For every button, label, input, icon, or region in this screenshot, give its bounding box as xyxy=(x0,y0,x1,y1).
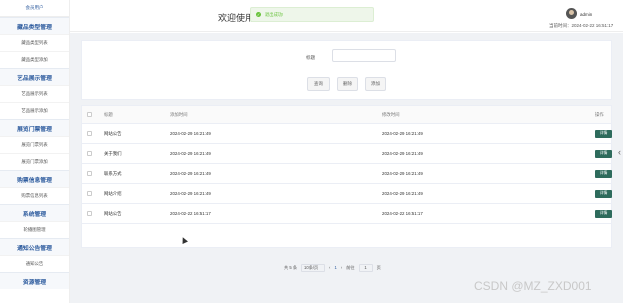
add-button[interactable]: 添加 xyxy=(365,77,386,91)
sidebar-item-exhibition-ticket-add[interactable]: 展览门票添加 xyxy=(0,153,69,170)
top-header: 欢迎使用 ✓ 退出成功! admin 当前时间：2024-02-22 16:51… xyxy=(70,0,623,32)
row-created: 2024-02-29 16:21:49 xyxy=(170,191,211,196)
sidebar: 会员用户 藏品类型管理 藏品类型列表 藏品类型添加 艺品展示管理 艺品展示列表 … xyxy=(0,0,70,303)
pager-goto-prefix: 前往 xyxy=(346,264,355,270)
row-checkbox[interactable] xyxy=(87,151,92,156)
row-updated: 2024-02-29 16:21:49 xyxy=(382,171,423,176)
sidebar-group-exhibition-ticket[interactable]: 展览门票管理 xyxy=(0,119,69,136)
delete-button[interactable]: 删除 xyxy=(337,77,358,91)
sidebar-item-carousel[interactable]: 轮播图管理 xyxy=(0,221,69,238)
sidebar-group-ticket-purchase[interactable]: 购票信息管理 xyxy=(0,170,69,187)
sidebar-group-art-display[interactable]: 艺品展示管理 xyxy=(0,68,69,85)
detail-button[interactable]: 详情 xyxy=(595,149,612,158)
column-header-updated: 修改时间 xyxy=(382,111,400,117)
row-checkbox[interactable] xyxy=(87,191,92,196)
avatar[interactable] xyxy=(566,8,577,19)
sidebar-group-system[interactable]: 系统管理 xyxy=(0,204,69,221)
username[interactable]: admin xyxy=(580,12,592,17)
data-table: 标题 添加时间 修改时间 操作 网站公告 2024-02-29 16:21:49… xyxy=(81,105,612,248)
row-created: 2024-02-29 16:21:49 xyxy=(170,151,211,156)
row-updated: 2024-02-22 16:51:17 xyxy=(382,211,423,216)
pager-prev-icon[interactable]: ‹ xyxy=(329,265,330,270)
sidebar-group-resource[interactable]: 资源管理 xyxy=(0,272,69,289)
success-check-icon: ✓ xyxy=(256,12,261,17)
row-created: 2024-02-29 16:21:49 xyxy=(170,131,211,136)
pager-goto-suffix: 页 xyxy=(376,264,381,270)
toast-message: 退出成功! xyxy=(265,11,284,17)
collapse-arrow-icon[interactable]: ‹ xyxy=(618,147,621,157)
row-title: 网站公告 xyxy=(104,130,122,136)
row-checkbox[interactable] xyxy=(87,131,92,136)
sidebar-item-notice[interactable]: 通知公告 xyxy=(0,255,69,272)
welcome-title: 欢迎使用 xyxy=(218,13,255,23)
table-row: 网站公告 2024-02-29 16:21:49 2024-02-29 16:2… xyxy=(82,124,612,144)
sidebar-item-collection-type-add[interactable]: 藏品类型添加 xyxy=(0,51,69,68)
watermark: CSDN @MZ_ZXD001 xyxy=(474,279,592,293)
row-checkbox[interactable] xyxy=(87,171,92,176)
table-row: 关于我们 2024-02-29 16:21:49 2024-02-29 16:2… xyxy=(82,144,612,164)
table-row: 网站公告 2024-02-22 16:51:17 2024-02-22 16:5… xyxy=(82,204,612,224)
pagination: 共 5 条 10条/页 ‹ 1 › 前往 1 页 xyxy=(284,263,381,272)
sidebar-item-art-display-add[interactable]: 艺品展示添加 xyxy=(0,102,69,119)
detail-button[interactable]: 详情 xyxy=(595,209,612,218)
table-row: 网站介绍 2024-02-29 16:21:49 2024-02-29 16:2… xyxy=(82,184,612,204)
main-content: 标题 查询 删除 添加 标题 添加时间 修改时间 操作 网站公告 2024-02… xyxy=(70,33,623,303)
column-header-title: 标题 xyxy=(104,111,113,117)
row-title: 网站公告 xyxy=(104,210,122,216)
pager-goto-input[interactable]: 1 xyxy=(358,263,373,272)
select-all-checkbox[interactable] xyxy=(87,112,92,117)
current-time: 当前时间：2024-02-22 16:51:17 xyxy=(549,23,614,28)
sidebar-item-ticket-purchase-list[interactable]: 购票信息列表 xyxy=(0,187,69,204)
pager-current-page[interactable]: 1 xyxy=(334,265,336,270)
detail-button[interactable]: 详情 xyxy=(595,169,612,178)
column-header-created: 添加时间 xyxy=(170,111,188,117)
row-title: 联系方式 xyxy=(104,170,122,176)
success-toast: ✓ 退出成功! xyxy=(250,7,374,22)
pager-total: 共 5 条 xyxy=(284,264,298,270)
search-title-input[interactable] xyxy=(332,49,396,62)
column-header-action: 操作 xyxy=(595,111,604,117)
search-title-label: 标题 xyxy=(306,55,316,60)
row-title: 关于我们 xyxy=(104,150,122,156)
sidebar-item-art-display-list[interactable]: 艺品展示列表 xyxy=(0,85,69,102)
row-title: 网站介绍 xyxy=(104,190,122,196)
sidebar-item-exhibition-ticket-list[interactable]: 展览门票列表 xyxy=(0,136,69,153)
row-updated: 2024-02-29 16:21:49 xyxy=(382,131,423,136)
detail-button[interactable]: 详情 xyxy=(595,189,612,198)
detail-button[interactable]: 详情 xyxy=(595,129,612,138)
search-panel: 标题 查询 删除 添加 xyxy=(81,40,612,100)
pager-next-icon[interactable]: › xyxy=(341,265,342,270)
row-created: 2024-02-29 16:21:49 xyxy=(170,171,211,176)
row-checkbox[interactable] xyxy=(87,211,92,216)
row-created: 2024-02-22 16:51:17 xyxy=(170,211,211,216)
sidebar-item-collection-type-list[interactable]: 藏品类型列表 xyxy=(0,34,69,51)
sidebar-user-label[interactable]: 会员用户 xyxy=(0,0,69,17)
page-size-select[interactable]: 10条/页 xyxy=(301,263,326,272)
table-header-row: 标题 添加时间 修改时间 操作 xyxy=(82,106,611,124)
table-row: 联系方式 2024-02-29 16:21:49 2024-02-29 16:2… xyxy=(82,164,612,184)
sidebar-group-collection-type[interactable]: 藏品类型管理 xyxy=(0,17,69,34)
row-updated: 2024-02-29 16:21:49 xyxy=(382,191,423,196)
query-button[interactable]: 查询 xyxy=(307,77,330,91)
sidebar-group-notice[interactable]: 通知公告管理 xyxy=(0,238,69,255)
row-updated: 2024-02-29 16:21:49 xyxy=(382,151,423,156)
